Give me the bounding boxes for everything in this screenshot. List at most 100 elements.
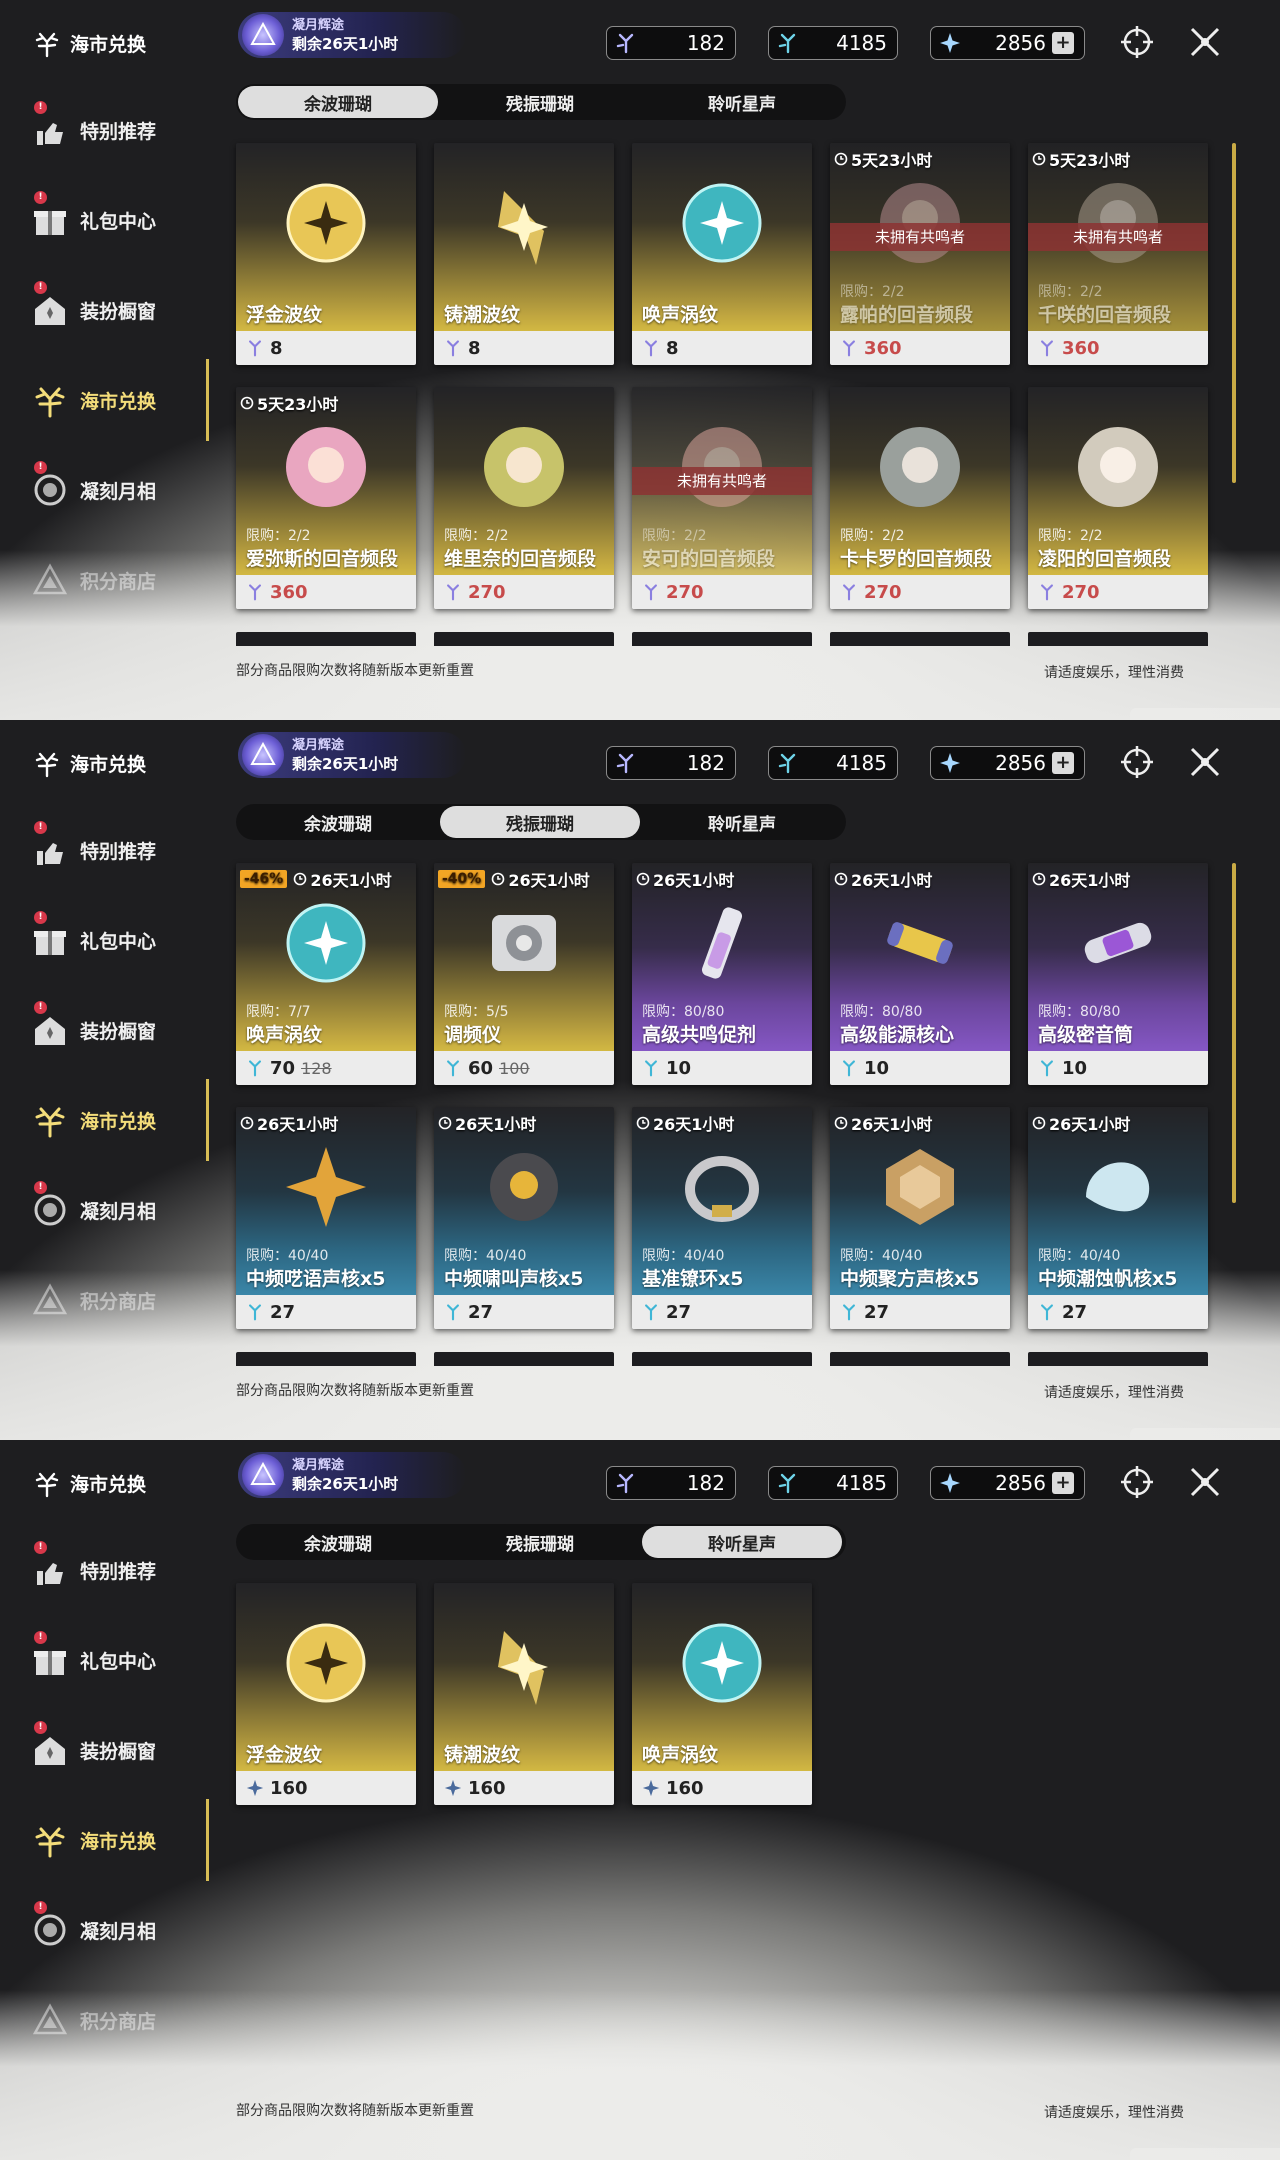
shop-item-card[interactable]: 铸潮波纹 160 [434,1583,614,1805]
currency-star[interactable]: 2856 + [930,26,1085,60]
sidebar-item-points[interactable]: 积分商店 [0,1975,215,2065]
shop-item-card[interactable]: 唤声涡纹 160 [632,1583,812,1805]
currency-coral-b[interactable]: 4185 [768,1466,898,1500]
item-name: 安可的回音频段 [642,548,776,570]
not-owned-banner: 未拥有共鸣者 [830,223,1010,251]
hand-icon [30,110,70,150]
shop-item-card[interactable]: 浮金波纹 160 [236,1583,416,1805]
item-price: 270 [830,575,1010,609]
close-icon[interactable] [1183,740,1227,784]
currency-coral-b[interactable]: 4185 [768,26,898,60]
add-currency-button[interactable]: + [1052,32,1074,54]
sidebar-item-exchange[interactable]: 海市兑换 [0,1795,215,1885]
tab-aftershock-coral[interactable]: 余波珊瑚 [238,1526,438,1558]
shop-item-card[interactable]: 5天23小时 限购：2/2 爱弥斯的回音频段 360 [236,387,416,609]
sidebar-item-wardrobe[interactable]: ! 装扮橱窗 [0,985,215,1075]
shop-item-card[interactable]: -40% 26天1小时 限购：5/5 调频仪 60 100 [434,863,614,1085]
target-icon[interactable] [1115,1460,1159,1504]
tab-oscillate-coral[interactable]: 残振珊瑚 [440,1526,640,1558]
timer: 26天1小时 [834,867,932,891]
currency-coral-a[interactable]: 182 [606,1466,736,1500]
sidebar-item-recommend[interactable]: ! 特别推荐 [0,85,215,175]
coral-currency-icon [249,584,261,601]
currency-coral-a[interactable]: 182 [606,746,736,780]
shop-item-card[interactable]: 26天1小时 限购：40/40 中频聚方声核x5 27 [830,1107,1010,1329]
item-name: 千咲的回音频段 [1038,304,1172,326]
sidebar-item-recommend[interactable]: ! 特别推荐 [0,805,215,895]
tab-star-voice[interactable]: 聆听星声 [642,806,842,838]
event-emblem-icon [242,14,284,56]
currency-star[interactable]: 2856 + [930,746,1085,780]
tab-star-voice[interactable]: 聆听星声 [642,1526,842,1558]
shop-item-card[interactable]: 5天23小时 未拥有共鸣者 限购：2/2 露帕的回音频段 360 [830,143,1010,365]
tab-bar: 余波珊瑚 残振珊瑚 聆听星声 [236,84,846,120]
purchase-limit: 限购：7/7 [246,1004,311,1020]
shop-item-card[interactable]: 限购：2/2 凌阳的回音频段 270 [1028,387,1208,609]
currency-coral-b[interactable]: 4185 [768,746,898,780]
sidebar-item-points[interactable]: 积分商店 [0,535,215,625]
sidebar-item-exchange[interactable]: 海市兑换 [0,355,215,445]
add-currency-button[interactable]: + [1052,752,1074,774]
sidebar-item-moon[interactable]: ! 凝刻月相 [0,1885,215,1975]
item-name: 维里奈的回音频段 [444,548,597,570]
add-currency-button[interactable]: + [1052,1472,1074,1494]
shop-item-card[interactable]: 限购：2/2 维里奈的回音频段 270 [434,387,614,609]
sidebar-item-gift[interactable]: ! 礼包中心 [0,1615,215,1705]
shop-item-card[interactable]: 铸潮波纹 8 [434,143,614,365]
sidebar-item-gift[interactable]: ! 礼包中心 [0,175,215,265]
currency-star[interactable]: 2856 + [930,1466,1085,1500]
shop-item-card[interactable]: -46% 26天1小时 限购：7/7 唤声涡纹 70 128 [236,863,416,1085]
close-icon[interactable] [1183,1460,1227,1504]
next-row-peek [236,1352,416,1366]
sidebar-item-moon[interactable]: ! 凝刻月相 [0,445,215,535]
sidebar-item-points[interactable]: 积分商店 [0,1255,215,1345]
sidebar-item-recommend[interactable]: ! 特别推荐 [0,1525,215,1615]
sidebar-item-exchange[interactable]: 海市兑换 [0,1075,215,1165]
shop-item-card[interactable]: 唤声涡纹 8 [632,143,812,365]
item-price: 270 [632,575,812,609]
shop-item-card[interactable]: 浮金波纹 8 [236,143,416,365]
coral-currency-icon [778,1473,796,1494]
currency-amount: 182 [686,31,725,55]
scrollbar[interactable] [1232,863,1236,1203]
shop-item-card[interactable]: 26天1小时 限购：40/40 基准镣环x5 27 [632,1107,812,1329]
sidebar-item-wardrobe[interactable]: ! 装扮橱窗 [0,265,215,355]
shop-item-card[interactable]: 26天1小时 限购：40/40 中频啸叫声核x5 27 [434,1107,614,1329]
event-banner[interactable]: 凝月辉途 剩余26天1小时 [238,12,466,58]
brand-label: 海市兑换 [70,33,147,56]
close-icon[interactable] [1183,20,1227,64]
tab-oscillate-coral[interactable]: 残振珊瑚 [440,86,640,118]
tab-aftershock-coral[interactable]: 余波珊瑚 [238,806,438,838]
sidebar-item-wardrobe[interactable]: ! 装扮橱窗 [0,1705,215,1795]
original-price: 128 [301,1058,332,1078]
next-row-peek [632,1352,812,1366]
event-remain: 剩余26天1小时 [292,1475,399,1493]
sidebar-item-moon[interactable]: ! 凝刻月相 [0,1165,215,1255]
tab-aftershock-coral[interactable]: 余波珊瑚 [238,86,438,118]
shop-item-card[interactable]: 限购：2/2 卡卡罗的回音频段 270 [830,387,1010,609]
tab-star-voice[interactable]: 聆听星声 [642,86,842,118]
shop-item-card[interactable]: 26天1小时 限购：40/40 中频呓语声核x5 27 [236,1107,416,1329]
alert-badge: ! [34,281,47,294]
scrollbar[interactable] [1232,143,1236,483]
coral-currency-icon [645,1304,657,1321]
shop-item-card[interactable]: 未拥有共鸣者 限购：2/2 安可的回音频段 270 [632,387,812,609]
shop-panel-2: 海市兑换 ! 特别推荐 ! 礼包中心 ! 装扮橱窗 海市兑换 ! 凝刻月相 积分商店 凝… [0,720,1280,1440]
shop-item-card[interactable]: 26天1小时 限购：80/80 高级能源核心 10 [830,863,1010,1085]
currency-coral-a[interactable]: 182 [606,26,736,60]
sidebar-item-gift[interactable]: ! 礼包中心 [0,895,215,985]
target-icon[interactable] [1115,740,1159,784]
shop-item-card[interactable]: 26天1小时 限购：40/40 中频潮蚀帆核x5 27 [1028,1107,1208,1329]
star-currency-icon [940,753,960,773]
timer: 26天1小时 [438,1111,536,1135]
tab-oscillate-coral[interactable]: 残振珊瑚 [440,806,640,838]
clock-icon [834,152,848,166]
event-banner[interactable]: 凝月辉途 剩余26天1小时 [238,1452,466,1498]
target-icon[interactable] [1115,20,1159,64]
coral-currency-icon [249,340,261,357]
coral-currency-icon [843,1304,855,1321]
shop-item-card[interactable]: 26天1小时 限购：80/80 高级共鸣促剂 10 [632,863,812,1085]
shop-item-card[interactable]: 26天1小时 限购：80/80 高级密音筒 10 [1028,863,1208,1085]
shop-item-card[interactable]: 5天23小时 未拥有共鸣者 限购：2/2 千咲的回音频段 360 [1028,143,1208,365]
event-banner[interactable]: 凝月辉途 剩余26天1小时 [238,732,466,778]
